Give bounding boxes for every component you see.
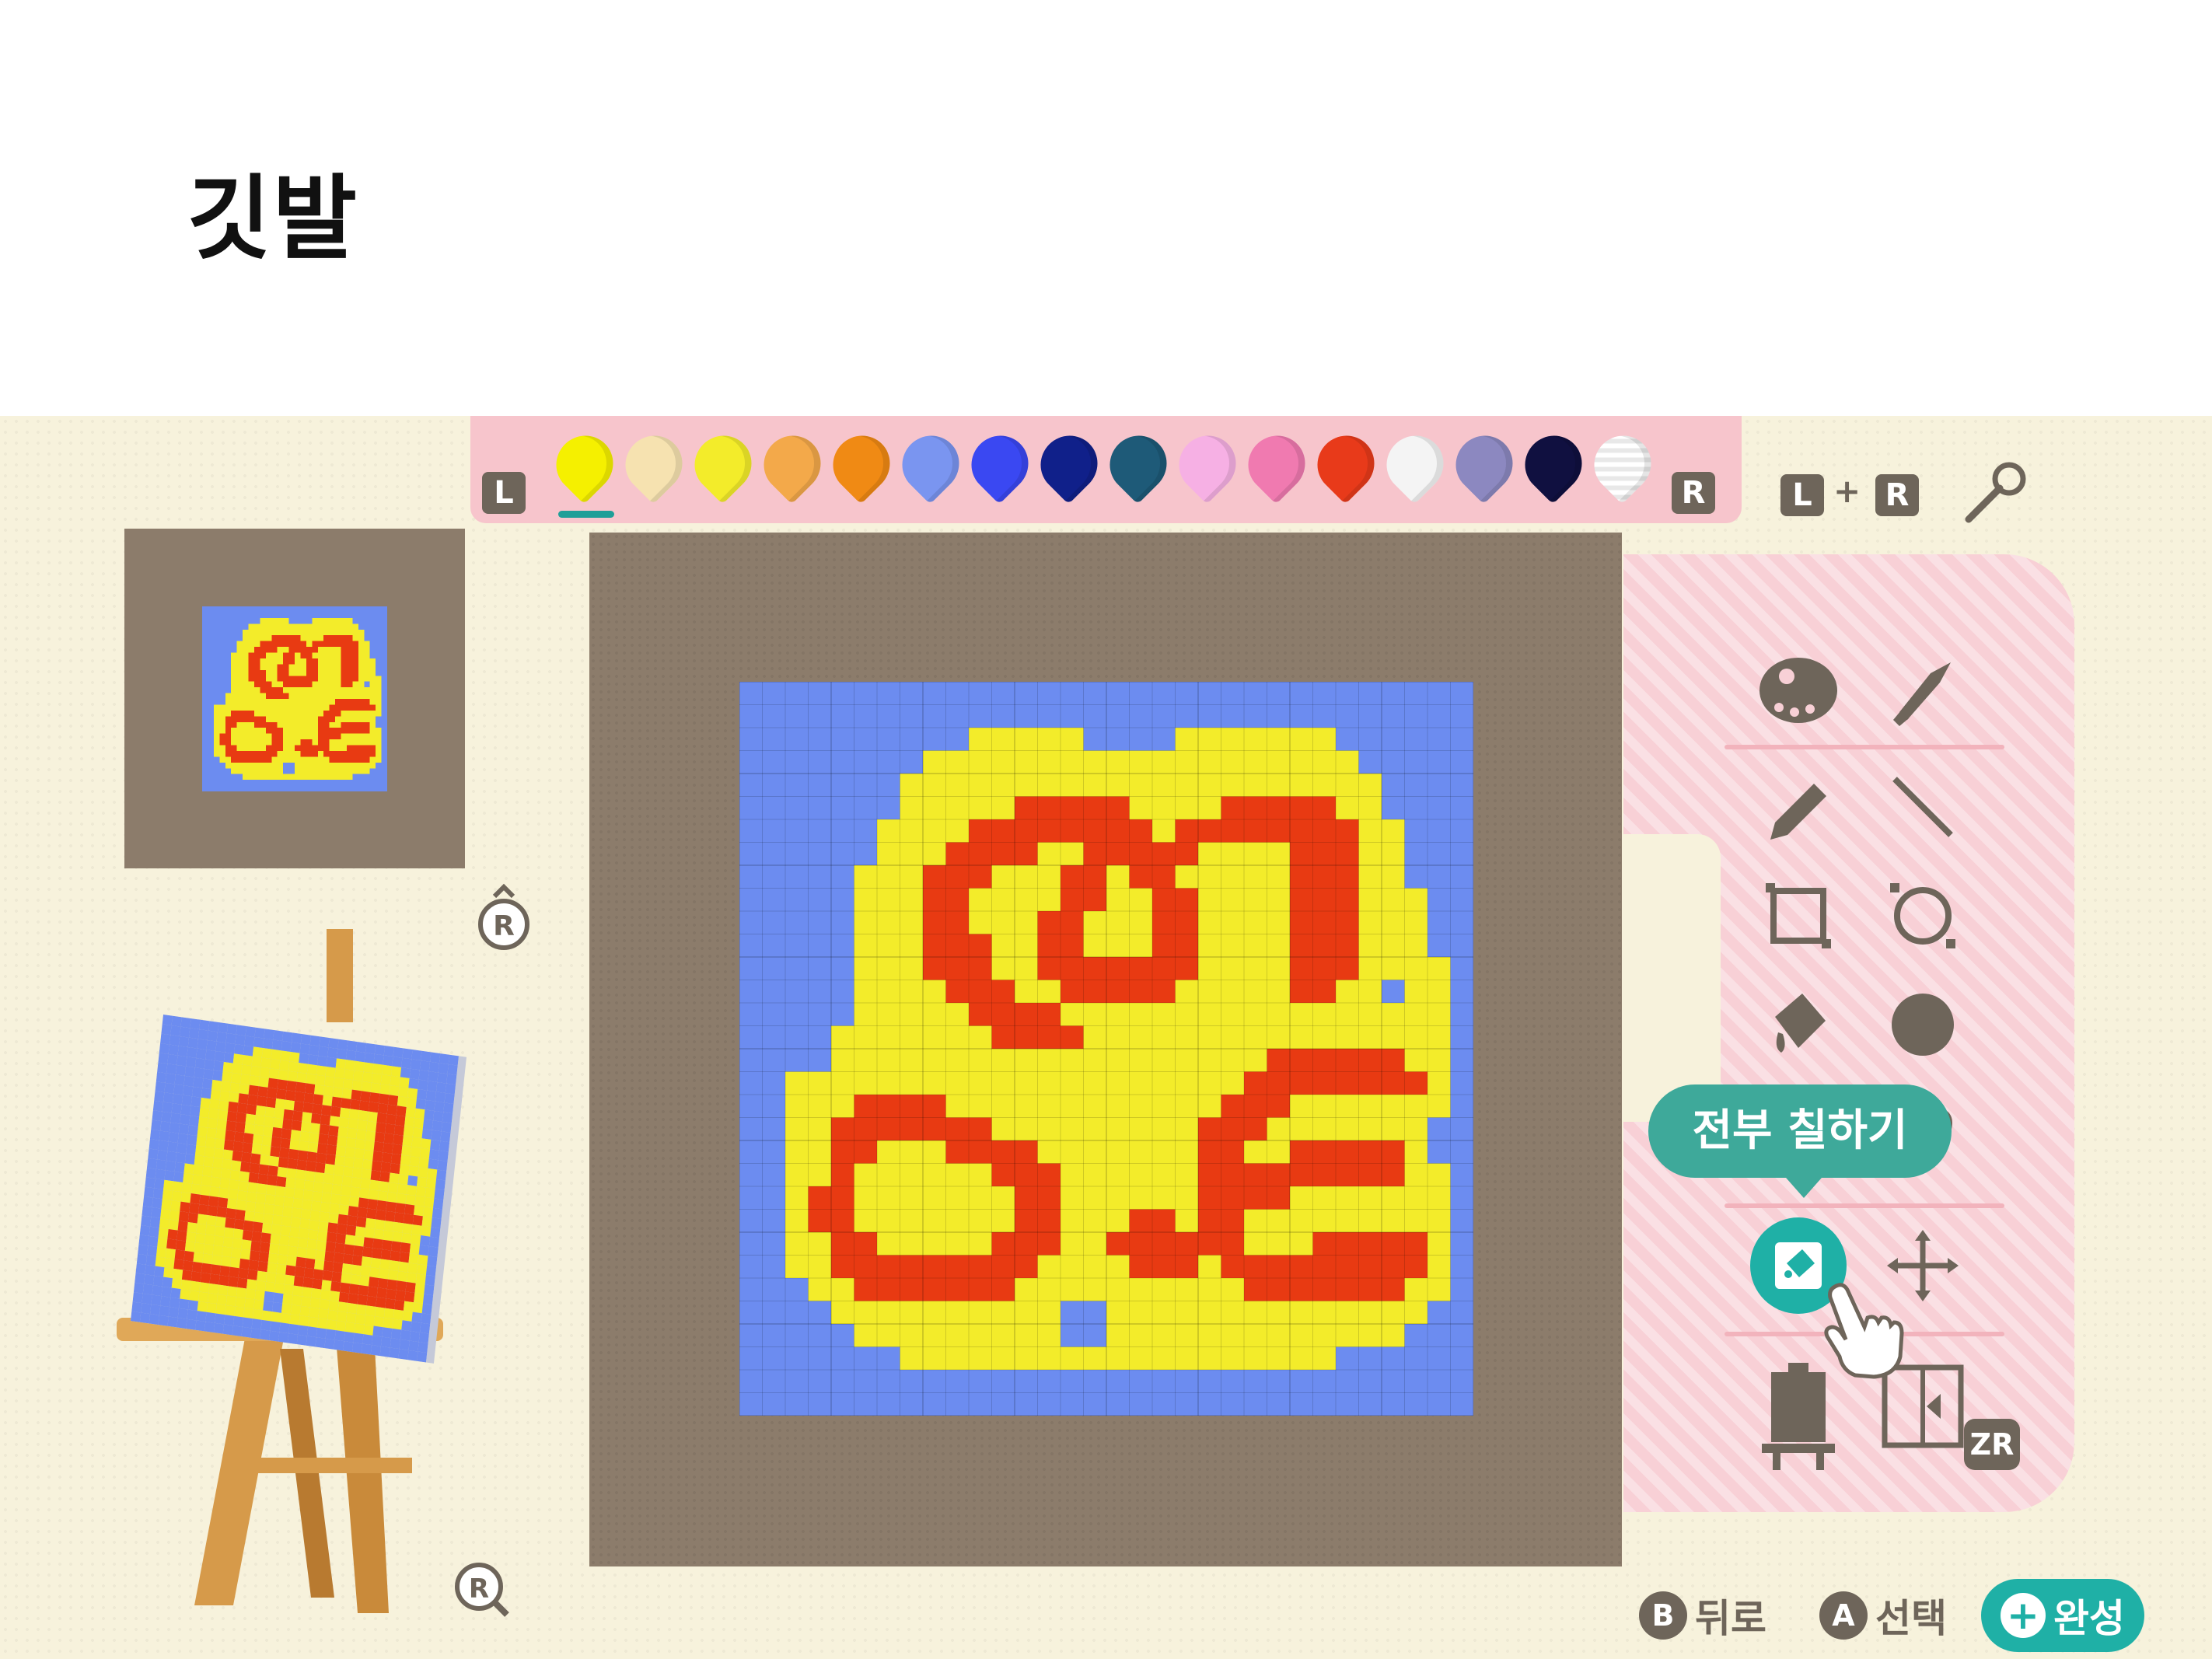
filled-circle-icon[interactable]	[1880, 982, 1966, 1067]
pattern-preview	[124, 529, 465, 868]
r-shoulder-button[interactable]: R	[1672, 472, 1715, 514]
finish-button[interactable]: + 완성	[1981, 1579, 2144, 1652]
zoom-icon[interactable]: R	[451, 1559, 513, 1624]
palette-icon[interactable]	[1756, 648, 1841, 733]
color-swatch[interactable]	[613, 424, 694, 505]
color-palette-bar: L R	[470, 416, 1742, 523]
fill-all-tooltip: 전부 칠하기	[1648, 1084, 1952, 1198]
select-control[interactable]: A 선택	[1819, 1580, 1947, 1650]
paint-bucket-icon[interactable]	[1756, 982, 1841, 1067]
a-button[interactable]: A	[1819, 1591, 1868, 1640]
plus-button: +	[2001, 1593, 2046, 1638]
color-swatch[interactable]	[683, 424, 764, 505]
color-swatch[interactable]	[821, 424, 902, 505]
rectangle-icon[interactable]	[1756, 873, 1841, 959]
rotate-key-label: R	[493, 910, 515, 942]
color-swatch[interactable]	[1098, 424, 1179, 505]
color-swatch[interactable]	[1513, 424, 1594, 505]
back-label: 뒤로	[1695, 1596, 1766, 1641]
lr-right-button[interactable]: R	[1875, 474, 1919, 516]
color-swatch[interactable]	[544, 424, 625, 505]
eyedropper-icon[interactable]	[1959, 459, 2029, 532]
lr-left-button[interactable]: L	[1780, 474, 1824, 516]
color-swatch[interactable]	[1305, 424, 1386, 505]
zr-button[interactable]: ZR	[1964, 1419, 2020, 1470]
color-swatch[interactable]	[890, 424, 971, 505]
color-swatch[interactable]	[752, 424, 833, 505]
color-swatch[interactable]	[959, 424, 1040, 505]
paint-tube-icon[interactable]	[1880, 648, 1966, 733]
pencil-icon[interactable]	[1756, 764, 1841, 850]
color-swatch[interactable]	[1167, 424, 1248, 505]
color-swatch[interactable]	[1444, 424, 1525, 505]
tool-divider	[1725, 745, 2004, 749]
l-shoulder-button[interactable]: L	[482, 472, 526, 514]
tool-divider	[1725, 1203, 2004, 1208]
finish-label: 완성	[2053, 1596, 2125, 1641]
color-swatch[interactable]	[1029, 424, 1109, 505]
zoom-key-label: R	[469, 1573, 489, 1605]
drawing-board	[589, 533, 1622, 1566]
easel-pattern-image	[130, 1015, 459, 1363]
lr-plus-sign: +	[1833, 472, 1861, 510]
cursor-hand-icon	[1819, 1279, 1913, 1383]
color-swatch[interactable]	[1375, 424, 1455, 505]
b-button[interactable]: B	[1639, 1591, 1687, 1640]
back-control[interactable]: B 뒤로	[1639, 1580, 1766, 1650]
slide-title: 깃발	[187, 165, 359, 272]
easel-preview	[101, 929, 490, 1616]
preview-pattern-image	[202, 606, 387, 791]
line-icon[interactable]	[1880, 764, 1966, 850]
circle-icon[interactable]	[1880, 873, 1966, 959]
panel-notch	[1623, 834, 1721, 1122]
selected-color-indicator	[558, 511, 614, 518]
color-swatch[interactable]	[1582, 424, 1663, 505]
color-swatch[interactable]	[1236, 424, 1317, 505]
pattern-editor: L R L + R R R 전부 칠하기 ZR B 뒤로 A 선택 + 완성	[0, 416, 2212, 1659]
select-label: 선택	[1875, 1596, 1947, 1641]
pixel-canvas[interactable]	[739, 682, 1473, 1416]
